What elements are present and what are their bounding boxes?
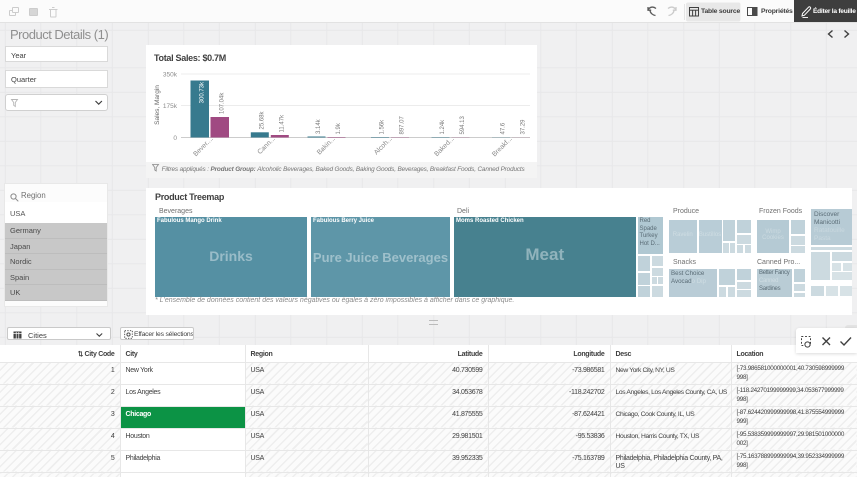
svg-text:897.07: 897.07 <box>400 115 406 134</box>
svg-text:Bakin...: Bakin... <box>316 135 337 156</box>
svg-text:Bever....: Bever.... <box>192 135 215 158</box>
svg-text:300.73k: 300.73k <box>200 81 206 103</box>
svg-text:0: 0 <box>173 135 177 142</box>
svg-text:3.14k: 3.14k <box>316 118 322 134</box>
svg-text:Sales, Margin: Sales, Margin <box>154 85 161 125</box>
svg-text:Breakf...: Breakf... <box>491 135 514 158</box>
svg-text:37.29: 37.29 <box>521 119 527 135</box>
svg-text:350k: 350k <box>163 72 178 79</box>
svg-text:11.47k: 11.47k <box>280 114 286 133</box>
svg-text:47.6: 47.6 <box>501 122 507 134</box>
svg-text:1.9k: 1.9k <box>336 122 342 134</box>
svg-text:594.13: 594.13 <box>460 115 466 134</box>
svg-text:1.56k: 1.56k <box>380 119 386 135</box>
svg-text:1.24k: 1.24k <box>440 119 446 135</box>
svg-text:107.04k: 107.04k <box>220 92 226 114</box>
svg-text:175k: 175k <box>163 103 178 110</box>
svg-text:Alcoh...: Alcoh... <box>373 135 394 156</box>
svg-text:Baked...: Baked... <box>433 135 456 158</box>
svg-text:25.68k: 25.68k <box>260 110 266 129</box>
svg-text:Cann...: Cann... <box>256 135 277 156</box>
